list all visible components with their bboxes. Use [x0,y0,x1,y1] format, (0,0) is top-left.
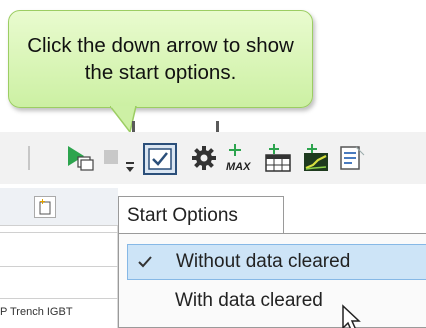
start-options-menu: Start Options Without data cleared With … [118,196,426,328]
stop-button[interactable] [100,146,122,168]
stop-icon [104,150,118,164]
chevron-down-icon [126,162,134,172]
run-icon [68,146,94,171]
menu-item-label: Without data cleared [176,251,351,272]
run-button[interactable] [62,142,96,174]
table-add-icon [265,144,291,172]
document-icon [340,146,365,170]
left-panel-header [0,188,118,226]
menu-item-with-data-cleared[interactable]: With data cleared [127,284,426,320]
device-row-label[interactable]: P Trench IGBT [0,306,73,318]
new-document-icon [39,199,51,215]
start-options-dropdown-arrow[interactable] [124,158,136,178]
max-icon: MAX [226,144,251,173]
toolbar-separator [28,146,30,170]
checkbox-icon [143,143,177,175]
add-table-button[interactable] [262,142,294,174]
settings-button[interactable] [190,144,218,172]
callout-text: Click the down arrow to show the start o… [27,34,294,84]
menu-item-label: With data cleared [175,290,323,311]
panel-divider [0,232,118,233]
panel-divider [0,266,118,267]
menu-item-without-data-cleared[interactable]: Without data cleared [127,244,426,280]
new-item-button[interactable] [34,196,56,218]
toolbar: MAX [0,132,426,184]
checkbox-toolbar-button[interactable] [142,142,178,176]
max-button[interactable]: MAX [224,140,256,176]
max-label: MAX [226,161,251,173]
callout-pointer [110,106,137,134]
gear-icon [192,146,216,170]
document-button[interactable] [338,142,368,174]
menu-body: Without data cleared With data cleared [118,233,426,328]
check-icon [138,256,152,268]
chart-add-icon [304,144,328,171]
panel-divider [0,298,118,299]
mouse-cursor-icon [342,304,361,328]
menu-title: Start Options [118,196,284,234]
instruction-callout: Click the down arrow to show the start o… [8,10,313,108]
add-chart-button[interactable] [300,142,332,174]
